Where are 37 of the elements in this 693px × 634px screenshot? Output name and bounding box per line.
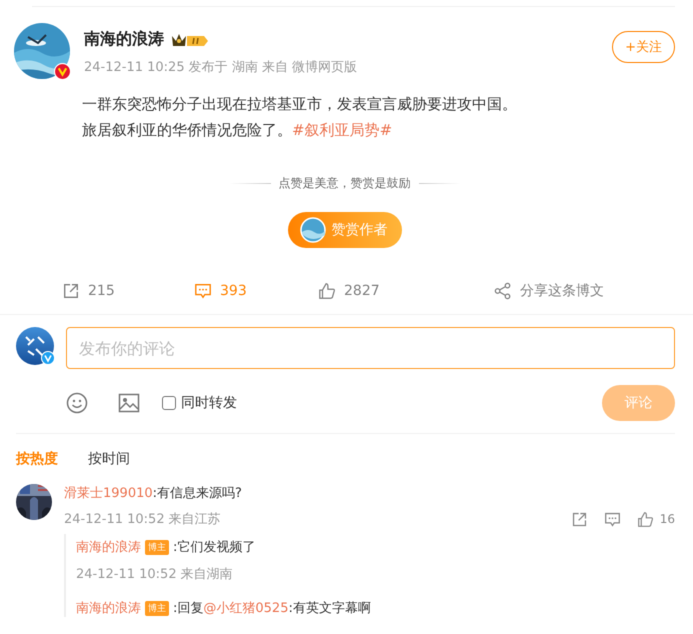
comment-icon bbox=[194, 282, 212, 300]
verified-icon bbox=[41, 351, 55, 365]
action-button[interactable]: 215 bbox=[62, 282, 194, 300]
reward-button[interactable]: 赞赏作者 bbox=[288, 212, 402, 248]
thumbs-up-icon bbox=[318, 282, 336, 300]
comment-icon[interactable] bbox=[604, 510, 621, 528]
post-meta: 24-12-11 10:25 发布于 湖南 来自 微博网页版 bbox=[84, 59, 358, 76]
action-button[interactable]: 2827 bbox=[318, 282, 494, 300]
follow-button[interactable]: +关注 bbox=[612, 31, 675, 63]
image-icon[interactable] bbox=[118, 392, 140, 414]
repost-label: 同时转发 bbox=[181, 394, 237, 412]
share-icon bbox=[494, 282, 512, 300]
reply-text: :它们发视频了 bbox=[173, 539, 256, 556]
reply-time: 24-12-11 10:52 来自湖南 bbox=[76, 566, 234, 583]
sort-tab[interactable]: 按时间 bbox=[88, 450, 130, 468]
reply-author[interactable]: 南海的浪涛 bbox=[76, 599, 141, 617]
reply-text: :回复@小红猪0525:有英文字幕啊 bbox=[173, 600, 371, 617]
repost-checkbox[interactable] bbox=[162, 396, 176, 410]
author-name[interactable]: 南海的浪涛 bbox=[84, 29, 164, 50]
sort-tab[interactable]: 按热度 bbox=[16, 450, 58, 468]
action-button[interactable]: 393 bbox=[194, 282, 318, 300]
thumbs-up-icon bbox=[636, 510, 654, 528]
like-button[interactable]: 16 bbox=[636, 510, 675, 528]
comment-field[interactable]: 发布你的评论 bbox=[66, 327, 675, 369]
repost-icon bbox=[62, 282, 80, 300]
comment-text: 滑莱士199010:有信息来源吗? bbox=[64, 485, 243, 502]
action-button[interactable]: 分享这条博文 bbox=[494, 282, 604, 300]
crown-badge-icon bbox=[170, 32, 210, 48]
author-badge: 博主 bbox=[145, 600, 169, 616]
comment-time: 24-12-11 10:52 来自江苏 bbox=[64, 511, 221, 528]
submit-button[interactable]: 评论 bbox=[602, 385, 675, 421]
author-badge: 博主 bbox=[145, 540, 169, 554]
repost-icon[interactable] bbox=[570, 510, 588, 528]
post-text: 一群东突恐怖分子出现在拉塔基亚市，发表宣言威胁要进攻中国。 旅居叙利亚的华侨情况危险了。#叙利亚局势# bbox=[82, 94, 518, 141]
emoji-icon[interactable] bbox=[66, 392, 88, 414]
reward-caption: 点赞是美意，赞赏是鼓励 bbox=[278, 175, 410, 192]
reply-author[interactable]: 南海的浪涛 bbox=[76, 538, 141, 556]
